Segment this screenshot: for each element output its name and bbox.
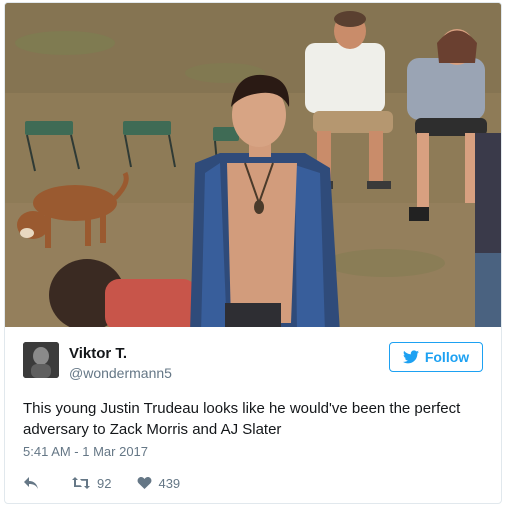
- follow-label: Follow: [424, 349, 470, 365]
- user-handle[interactable]: @wondermann5: [69, 365, 172, 381]
- twitter-bird-icon: [402, 350, 419, 364]
- heart-icon: [138, 477, 152, 489]
- retweet-button[interactable]: 92: [71, 476, 111, 491]
- tweet-body: Viktor T. @wondermann5 Follow This young…: [5, 327, 501, 503]
- reply-button[interactable]: [23, 476, 45, 490]
- retweet-icon: [72, 477, 90, 489]
- follow-button[interactable]: Follow: [389, 342, 483, 372]
- retweet-count: 92: [97, 475, 112, 491]
- tweet-actions: 92 439: [23, 473, 206, 493]
- avatar[interactable]: [23, 342, 59, 378]
- tweet-text: This young Justin Trudeau looks like he …: [23, 400, 461, 438]
- tweet-photo[interactable]: [5, 3, 501, 327]
- like-button[interactable]: 439: [137, 476, 180, 491]
- display-name[interactable]: Viktor T.: [69, 345, 127, 362]
- reply-icon: [24, 477, 38, 489]
- like-count: 439: [158, 475, 181, 491]
- tweet-card: Viktor T. @wondermann5 Follow This young…: [4, 2, 502, 504]
- tweet-timestamp[interactable]: 5:41 AM - 1 Mar 2017: [23, 444, 148, 459]
